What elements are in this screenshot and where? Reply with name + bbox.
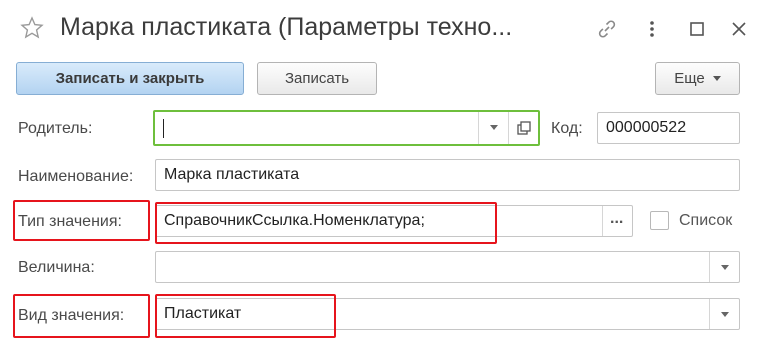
link-icon[interactable]	[596, 18, 618, 40]
more-button[interactable]: Еще	[655, 62, 740, 95]
parent-dropdown-button[interactable]	[478, 112, 508, 144]
value-type-label: Тип значения:	[18, 213, 122, 230]
text-cursor	[163, 119, 164, 138]
title-bar: Марка пластиката (Параметры техно...	[0, 0, 768, 58]
chevron-down-icon	[712, 76, 721, 81]
more-button-label: Еще	[674, 70, 705, 87]
value-type-value: СправочникСсылка.Номенклатура;	[164, 212, 425, 229]
value-kind-value: Пластикат	[164, 305, 242, 322]
list-checkbox[interactable]	[650, 211, 669, 230]
chevron-down-icon	[721, 265, 729, 270]
name-label: Наименование:	[18, 168, 134, 185]
value-kind-label: Вид значения:	[18, 307, 125, 324]
chevron-down-icon	[721, 312, 729, 317]
name-value: Марка пластиката	[164, 166, 300, 183]
value-type-select-button[interactable]: ...	[602, 206, 632, 236]
code-label: Код:	[551, 120, 583, 137]
open-icon	[517, 121, 531, 135]
list-label: Список	[679, 212, 733, 229]
save-button[interactable]: Записать	[257, 62, 377, 95]
more-vertical-icon[interactable]	[641, 18, 663, 40]
quantity-dropdown-button[interactable]	[709, 252, 739, 282]
parent-field[interactable]	[153, 110, 540, 146]
parent-open-button[interactable]	[508, 112, 538, 144]
quantity-label: Величина:	[18, 259, 95, 276]
maximize-icon[interactable]	[686, 18, 708, 40]
quantity-field[interactable]	[155, 251, 740, 283]
name-field[interactable]: Марка пластиката	[155, 159, 740, 191]
chevron-down-icon	[490, 125, 498, 130]
code-field[interactable]: 000000522	[597, 112, 740, 144]
code-value: 000000522	[606, 119, 687, 136]
value-kind-field[interactable]: Пластикат	[155, 298, 740, 330]
ellipsis-icon: ...	[610, 210, 624, 227]
window-title: Марка пластиката (Параметры техно...	[60, 13, 513, 41]
close-icon[interactable]	[728, 18, 750, 40]
value-type-field[interactable]: СправочникСсылка.Номенклатура; ...	[155, 205, 633, 237]
star-icon[interactable]	[20, 16, 44, 40]
value-kind-dropdown-button[interactable]	[709, 299, 739, 329]
parent-label: Родитель:	[18, 120, 93, 137]
save-and-close-button[interactable]: Записать и закрыть	[16, 62, 244, 95]
